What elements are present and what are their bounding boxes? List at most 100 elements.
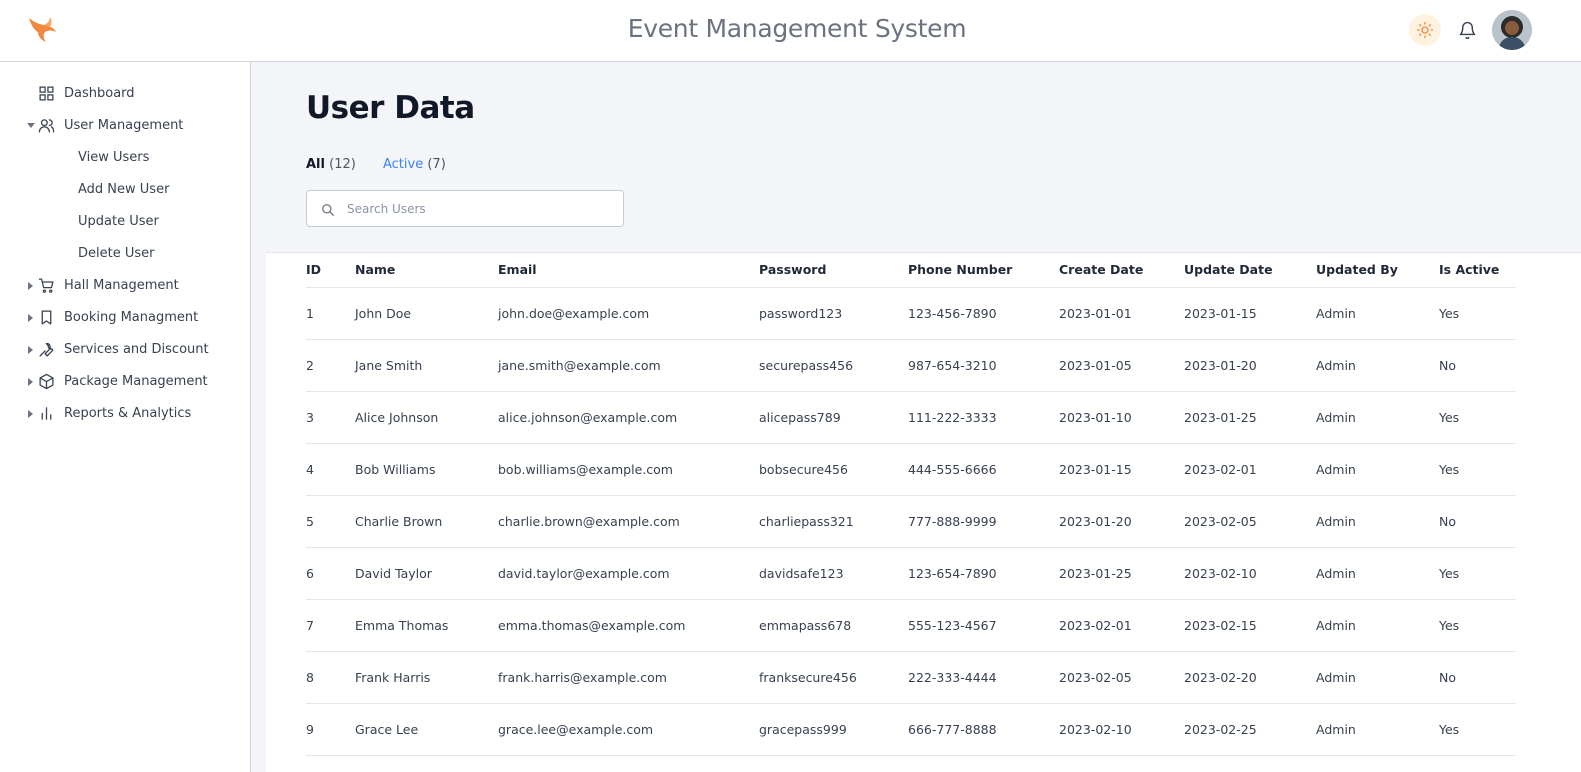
sidebar-item-label: User Management (64, 118, 184, 133)
col-create-date-cell: 2023-01-01 (1059, 287, 1184, 340)
col-is-active-cell: No (1439, 495, 1516, 548)
table-row[interactable]: 2 Jane Smith jane.smith@example.com securep… (306, 339, 1516, 392)
col-password-cell: charliepass321 (759, 495, 908, 548)
col-id-header[interactable]: ID (306, 253, 355, 288)
col-create-date-cell: 2023-01-05 (1059, 339, 1184, 392)
col-updated-by-cell: Admin (1316, 287, 1439, 340)
sidebar-item-reports-analytics[interactable]: Reports & Analytics (0, 402, 250, 426)
table-row[interactable]: 5 Charlie Brown charlie.brown@example.com c… (306, 495, 1516, 548)
notifications-button[interactable] (1456, 18, 1478, 42)
col-updated-by-cell: Admin (1316, 547, 1439, 600)
sidebar-item-user-management[interactable]: User Management (0, 114, 250, 138)
col-phone-cell: 555-123-4567 (908, 599, 1059, 652)
tab-active[interactable]: Active (7) (383, 157, 446, 172)
sidebar-item-hall-management[interactable]: Hall Management (0, 274, 250, 298)
col-email-cell: frank.harris@example.com (498, 651, 759, 704)
table-row[interactable]: 8 Frank Harris frank.harris@example.com fra… (306, 651, 1516, 704)
col-password-cell: bobsecure456 (759, 443, 908, 496)
col-update-date-cell: 2023-01-15 (1184, 287, 1316, 340)
col-updated-by-cell: Admin (1316, 495, 1439, 548)
col-email-header[interactable]: Email (498, 253, 759, 288)
sidebar-subitem-update-user[interactable]: Update User (78, 214, 159, 229)
col-id-cell: 3 (306, 391, 355, 444)
tab-all[interactable]: All (12) (306, 157, 356, 172)
sidebar-item-label: Reports & Analytics (64, 406, 192, 421)
col-is-active-cell: Yes (1439, 287, 1516, 340)
col-update-date-header[interactable]: Update Date (1184, 253, 1316, 288)
col-updated-by-header[interactable]: Updated By (1316, 253, 1439, 288)
table-row[interactable]: 7 Emma Thomas emma.thomas@example.com emmap… (306, 599, 1516, 652)
table-row[interactable]: 9 Grace Lee grace.lee@example.com gracepass… (306, 703, 1516, 756)
wrench-icon (39, 342, 54, 357)
col-is-active-cell: Yes (1439, 391, 1516, 444)
tab-label: All (306, 157, 325, 172)
col-updated-by-cell: Admin (1316, 391, 1439, 444)
col-id-cell: 2 (306, 339, 355, 392)
col-updated-by-cell: Admin (1316, 703, 1439, 756)
users-icon (38, 119, 55, 133)
col-update-date-cell: 2023-02-25 (1184, 703, 1316, 756)
col-phone-header[interactable]: Phone Number (908, 253, 1059, 288)
col-password-header[interactable]: Password (759, 253, 908, 288)
col-password-cell: franksecure456 (759, 651, 908, 704)
col-phone-cell: 987-654-3210 (908, 339, 1059, 392)
sidebar-item-label: Hall Management (64, 278, 179, 293)
bar-chart-icon (41, 407, 52, 420)
col-create-date-cell: 2023-02-05 (1059, 651, 1184, 704)
theme-toggle-button[interactable] (1409, 14, 1441, 46)
sidebar-subitem-view-users[interactable]: View Users (78, 150, 149, 165)
col-id-cell: 1 (306, 287, 355, 340)
col-updated-by-cell: Admin (1316, 651, 1439, 704)
col-password-cell: password123 (759, 287, 908, 340)
table-row[interactable]: 3 Alice Johnson alice.johnson@example.com a… (306, 391, 1516, 444)
col-update-date-cell: 2023-02-01 (1184, 443, 1316, 496)
main-content: User Data All (12) Active (7) IDNameEmai… (251, 62, 1581, 772)
tab-count: (7) (427, 157, 446, 172)
col-update-date-cell: 2023-01-25 (1184, 391, 1316, 444)
col-email-cell: alice.johnson@example.com (498, 391, 759, 444)
col-id-cell: 5 (306, 495, 355, 548)
bell-icon (1459, 21, 1475, 39)
col-update-date-cell: 2023-02-15 (1184, 599, 1316, 652)
grid-icon (39, 86, 54, 101)
sidebar-item-dashboard[interactable]: Dashboard (0, 82, 250, 106)
col-email-cell: grace.lee@example.com (498, 703, 759, 756)
user-avatar[interactable] (1492, 10, 1532, 50)
col-name-header[interactable]: Name (355, 253, 498, 288)
tab-label: Active (383, 157, 424, 172)
table-row[interactable]: 1 John Doe john.doe@example.com password123… (306, 287, 1516, 340)
col-is-active-header[interactable]: Is Active (1439, 253, 1516, 288)
col-name-cell: Jane Smith (355, 339, 498, 392)
col-updated-by-cell: Admin (1316, 599, 1439, 652)
table-row[interactable]: 6 David Taylor david.taylor@example.com dav… (306, 547, 1516, 600)
col-email-cell: john.doe@example.com (498, 287, 759, 340)
sidebar-item-package-management[interactable]: Package Management (0, 370, 250, 394)
col-update-date-cell: 2023-02-20 (1184, 651, 1316, 704)
col-is-active-cell: Yes (1439, 547, 1516, 600)
col-name-cell: Frank Harris (355, 651, 498, 704)
col-is-active-cell: No (1439, 339, 1516, 392)
sidebar-item-label: Package Management (64, 374, 208, 389)
col-create-date-header[interactable]: Create Date (1059, 253, 1184, 288)
col-email-cell: charlie.brown@example.com (498, 495, 759, 548)
caret-right-icon (27, 409, 35, 419)
sidebar-subitem-delete-user[interactable]: Delete User (78, 246, 154, 261)
sidebar-item-services-and-discount[interactable]: Services and Discount (0, 338, 250, 362)
col-name-cell: Emma Thomas (355, 599, 498, 652)
sidebar-item-label: Booking Managment (64, 310, 199, 325)
caret-right-icon (27, 345, 35, 355)
sidebar-item-booking-management[interactable]: Booking Managment (0, 306, 250, 330)
caret-right-icon (27, 281, 35, 291)
col-email-cell: david.taylor@example.com (498, 547, 759, 600)
table-row[interactable]: 4 Bob Williams bob.williams@example.com bob… (306, 443, 1516, 496)
sidebar-subitem-add-new-user[interactable]: Add New User (78, 182, 169, 197)
page-title: User Data (306, 90, 475, 126)
tab-count: (12) (329, 157, 356, 172)
col-name-cell: Grace Lee (355, 703, 498, 756)
col-email-cell: jane.smith@example.com (498, 339, 759, 392)
col-phone-cell: 666-777-8888 (908, 703, 1059, 756)
sun-icon (1416, 21, 1434, 39)
col-create-date-cell: 2023-01-10 (1059, 391, 1184, 444)
col-phone-cell: 444-555-6666 (908, 443, 1059, 496)
search-input[interactable] (347, 199, 607, 219)
